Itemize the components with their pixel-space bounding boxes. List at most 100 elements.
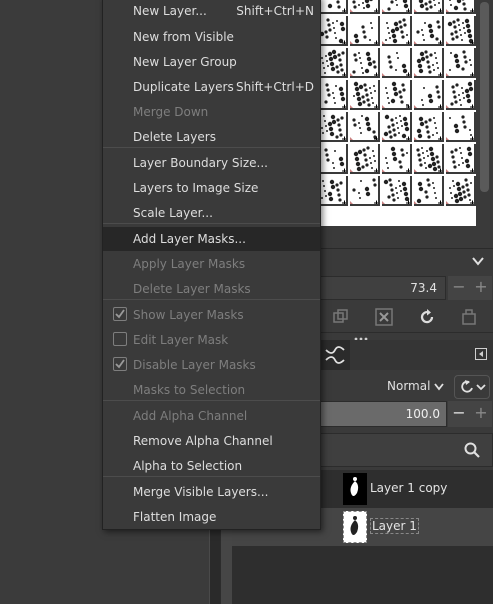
- opacity-value: 100.0: [405, 407, 440, 421]
- brush-thumbnail[interactable]: [350, 80, 380, 110]
- brush-thumbnail[interactable]: [414, 16, 444, 46]
- menu-item-disable-layer-masks[interactable]: Disable Layer Masks: [103, 353, 320, 377]
- brush-thumbnail[interactable]: [350, 112, 380, 142]
- menu-item-layer-boundary-size[interactable]: Layer Boundary Size...: [103, 151, 320, 175]
- refresh-icon[interactable]: [418, 308, 436, 326]
- menu-item-label: Layers to Image Size: [133, 181, 259, 195]
- scrollbar-thumb[interactable]: [480, 2, 489, 192]
- checkbox-icon[interactable]: [113, 357, 127, 371]
- brushes-scrollbar[interactable]: [476, 0, 493, 226]
- menu-item-label: Alpha to Selection: [133, 459, 243, 473]
- brush-thumbnail[interactable]: [382, 144, 412, 174]
- menu-item-merge-visible-layers[interactable]: Merge Visible Layers...: [103, 480, 320, 504]
- dock-menu-icon[interactable]: [475, 348, 487, 363]
- mode-reset-button[interactable]: [454, 375, 490, 399]
- brush-thumbnail[interactable]: [382, 0, 412, 14]
- brush-thumbnail[interactable]: [414, 0, 444, 14]
- brush-thumbnail[interactable]: [382, 48, 412, 78]
- brush-thumbnail[interactable]: [446, 16, 476, 46]
- brush-thumbnail[interactable]: [382, 16, 412, 46]
- search-icon[interactable]: [464, 442, 480, 461]
- brush-thumbnail[interactable]: [382, 112, 412, 142]
- menu-item-label: Edit Layer Mask: [133, 333, 229, 347]
- menu-item-delete-layers[interactable]: Delete Layers: [103, 125, 320, 149]
- menu-item-add-alpha-channel[interactable]: Add Alpha Channel: [103, 404, 320, 428]
- menu-item-label: New Layer Group: [133, 55, 237, 69]
- spacing-value: 73.4: [410, 281, 437, 295]
- menu-item-merge-down[interactable]: Merge Down: [103, 100, 320, 124]
- spacing-field[interactable]: 73.4: [320, 276, 446, 300]
- chevron-down-icon: [433, 381, 445, 396]
- menu-item-alpha-to-selection[interactable]: Alpha to Selection: [103, 454, 320, 478]
- brush-thumbnail[interactable]: [446, 48, 476, 78]
- brush-thumbnail[interactable]: [318, 144, 348, 174]
- increment-button[interactable]: +: [470, 276, 492, 300]
- brush-thumbnail[interactable]: [446, 176, 476, 206]
- brush-thumbnail[interactable]: [446, 80, 476, 110]
- brush-thumbnail[interactable]: [350, 0, 380, 14]
- menu-item-masks-to-selection[interactable]: Masks to Selection: [103, 378, 320, 402]
- brush-thumbnail[interactable]: [446, 144, 476, 174]
- layer-filter-field[interactable]: [320, 433, 493, 467]
- brush-thumbnail[interactable]: [318, 80, 348, 110]
- brush-thumbnail[interactable]: [318, 48, 348, 78]
- brush-thumbnail[interactable]: [318, 16, 348, 46]
- brush-thumbnail[interactable]: [318, 112, 348, 142]
- open-as-image-icon[interactable]: [460, 308, 478, 326]
- brush-thumbnail[interactable]: [350, 16, 380, 46]
- checkbox-icon[interactable]: [113, 307, 127, 321]
- menu-item-layers-to-image-size[interactable]: Layers to Image Size: [103, 176, 320, 200]
- layers-context-menu: New Layer... Shift+Ctrl+N New from Visible…: [102, 0, 321, 530]
- menu-item-edit-layer-mask[interactable]: Edit Layer Mask: [103, 328, 320, 352]
- menu-item-label: Remove Alpha Channel: [133, 434, 273, 448]
- spacing-spinner[interactable]: 73.4 − +: [320, 276, 493, 300]
- brush-thumbnail[interactable]: [414, 80, 444, 110]
- layer-thumbnail: [343, 511, 367, 543]
- increment-button[interactable]: +: [470, 401, 492, 427]
- menu-item-label: Layer Boundary Size...: [133, 156, 268, 170]
- menu-item-scale-layer[interactable]: Scale Layer...: [103, 201, 320, 225]
- menu-item-flatten-image[interactable]: Flatten Image: [103, 505, 320, 529]
- menu-item-label: Scale Layer...: [133, 206, 213, 220]
- brush-thumbnail[interactable]: [446, 112, 476, 142]
- opacity-spinner[interactable]: 100.0 − +: [320, 401, 493, 427]
- brush-thumbnail[interactable]: [446, 0, 476, 14]
- menu-item-new-layer[interactable]: New Layer... Shift+Ctrl+N: [103, 0, 320, 23]
- menu-item-label: Merge Visible Layers...: [133, 485, 269, 499]
- brush-thumbnail[interactable]: [414, 144, 444, 174]
- brush-thumbnail[interactable]: [382, 80, 412, 110]
- opacity-field[interactable]: 100.0: [320, 401, 447, 427]
- menu-item-remove-alpha-channel[interactable]: Remove Alpha Channel: [103, 429, 320, 453]
- brushes-grid[interactable]: [318, 0, 476, 226]
- menu-item-new-from-visible[interactable]: New from Visible: [103, 25, 320, 49]
- brush-thumbnail[interactable]: [350, 176, 380, 206]
- brush-thumbnail[interactable]: [414, 176, 444, 206]
- menu-item-new-layer-group[interactable]: New Layer Group: [103, 50, 320, 74]
- brush-thumbnail[interactable]: [318, 0, 348, 14]
- brush-thumbnail[interactable]: [414, 112, 444, 142]
- chevron-down-icon[interactable]: [471, 254, 485, 271]
- duplicate-brush-icon[interactable]: [332, 308, 350, 326]
- brush-thumbnail[interactable]: [382, 176, 412, 206]
- menu-item-label: Masks to Selection: [133, 383, 246, 397]
- decrement-button[interactable]: −: [448, 401, 470, 427]
- mode-value: Normal: [387, 379, 431, 393]
- brush-thumbnail[interactable]: [350, 48, 380, 78]
- menu-item-duplicate-layers[interactable]: Duplicate Layers Shift+Ctrl+D: [103, 75, 320, 99]
- menu-item-label: Delete Layers: [133, 130, 216, 144]
- mode-select[interactable]: Normal: [320, 374, 453, 400]
- menu-item-delete-layer-masks[interactable]: Delete Layer Masks: [103, 277, 320, 301]
- menu-item-apply-layer-masks[interactable]: Apply Layer Masks: [103, 252, 320, 276]
- delete-brush-icon[interactable]: [375, 308, 393, 326]
- menu-item-show-layer-masks[interactable]: Show Layer Masks: [103, 303, 320, 327]
- layer-name[interactable]: Layer 1 copy: [370, 481, 447, 495]
- paths-tab-icon[interactable]: [320, 340, 350, 370]
- brush-thumbnail[interactable]: [414, 48, 444, 78]
- menu-item-add-layer-masks[interactable]: Add Layer Masks...: [103, 227, 320, 251]
- decrement-button[interactable]: −: [448, 276, 470, 300]
- brush-preset-combo[interactable]: [320, 248, 493, 275]
- checkbox-icon[interactable]: [113, 332, 127, 346]
- layer-name[interactable]: Layer 1: [370, 518, 419, 534]
- brush-thumbnail[interactable]: [350, 144, 380, 174]
- brush-thumbnail[interactable]: [318, 176, 348, 206]
